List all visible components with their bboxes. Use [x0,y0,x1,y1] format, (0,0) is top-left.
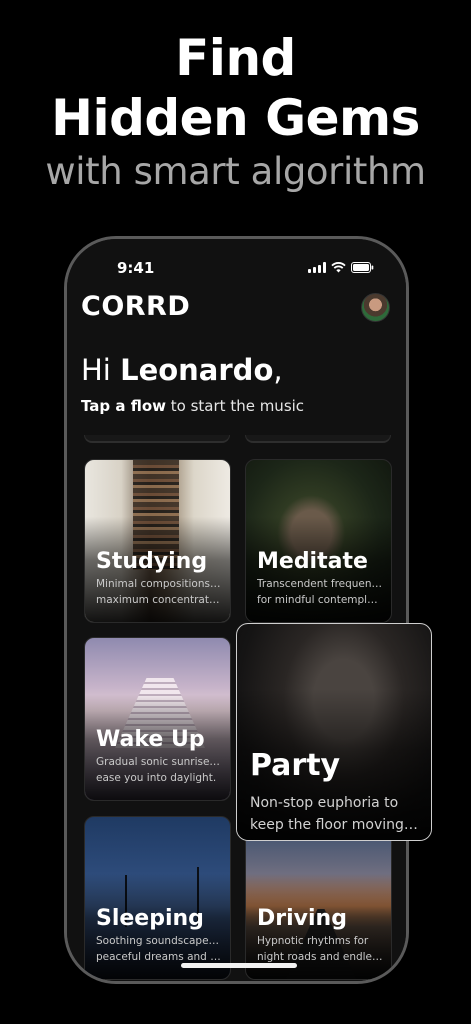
greeting-prefix: Hi [81,353,121,387]
flow-title: Meditate [257,549,368,574]
flow-description: Non-stop euphoria to keep the floor movin… [250,795,421,833]
signal-icon [308,262,326,273]
user-name: Leonardo [120,353,274,387]
status-icons [308,262,374,273]
phone-frame: 9:41 CORRD Hi Leonardo, Tap a flow to st… [64,236,409,984]
flow-title: Studying [96,549,208,574]
flow-title: Sleeping [96,906,204,931]
flow-card-partial[interactable] [84,435,230,443]
user-avatar[interactable] [361,293,390,322]
flow-description: Transcendent frequencies for mindful cont… [257,578,383,606]
flow-description: Hypnotic rhythms for night roads and endl… [257,935,383,963]
flow-card-wake-up[interactable]: Wake Up Gradual sonic sunrise to ease you… [84,637,231,801]
flow-description: Soothing soundscapes for peaceful dreams … [96,935,222,963]
flow-title: Party [250,748,341,783]
flow-title: Driving [257,906,347,931]
app-logo: CORRD [81,291,191,322]
flow-card-partial[interactable] [245,435,391,443]
greeting-suffix: , [273,353,283,387]
flow-card-meditate[interactable]: Meditate Transcendent frequencies for min… [245,459,392,623]
promo-title-line1: Find [175,29,296,87]
promo-title-line2: Hidden Gems [51,89,420,147]
flow-description: Gradual sonic sunrise to ease you into da… [96,756,222,784]
instruction-rest: to start the music [166,397,305,415]
app-screen: 9:41 CORRD Hi Leonardo, Tap a flow to st… [67,239,406,981]
flow-card-sleeping[interactable]: Sleeping Soothing soundscapes for peacefu… [84,816,231,980]
status-time: 9:41 [117,259,155,277]
greeting: Hi Leonardo, [81,353,283,387]
promo-subtitle: with smart algorithm [45,150,426,193]
instruction-bold: Tap a flow [81,397,167,415]
flow-description: Minimal compositions for maximum concentr… [96,578,222,606]
flow-title: Wake Up [96,727,205,752]
flow-card-party[interactable]: Party Non-stop euphoria to keep the floor… [236,623,432,841]
wifi-icon [331,262,346,273]
instruction: Tap a flow to start the music [81,397,304,415]
home-indicator[interactable] [181,963,297,968]
battery-icon [351,262,374,273]
flow-card-studying[interactable]: Studying Minimal compositions for maximum… [84,459,231,623]
